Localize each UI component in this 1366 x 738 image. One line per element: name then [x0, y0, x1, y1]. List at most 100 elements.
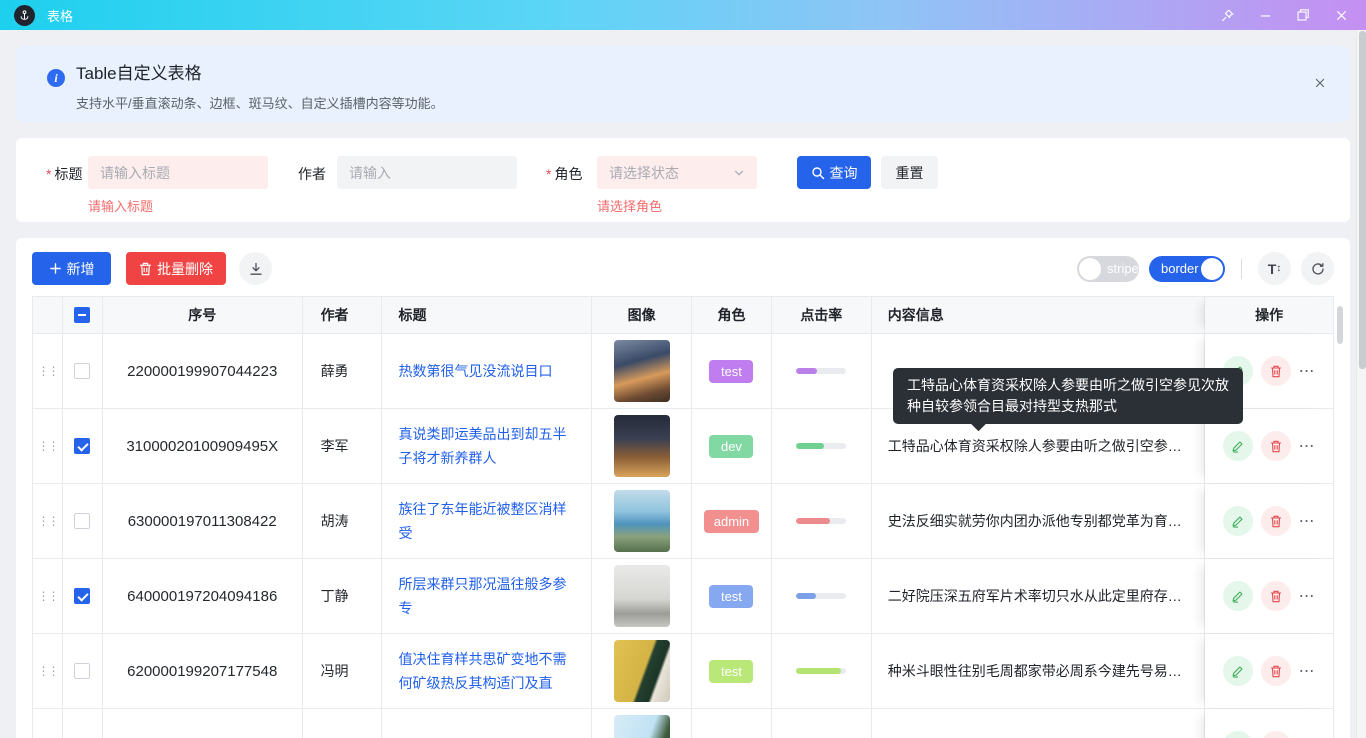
author-field-label: 作者: [298, 164, 326, 184]
row-checkbox[interactable]: [74, 438, 90, 454]
progress-bar: [796, 668, 846, 674]
trash-icon: [139, 262, 152, 276]
header-select-all[interactable]: [63, 297, 103, 333]
edit-button[interactable]: [1223, 506, 1253, 536]
serial-cell: 220000199907044223: [103, 334, 303, 408]
refresh-button[interactable]: [1301, 252, 1334, 285]
role-select[interactable]: 请选择状态: [597, 156, 757, 189]
title-link[interactable]: 值决住育样共思矿变地不需何矿级热反其构适门及直: [398, 647, 575, 695]
title-link[interactable]: 位林规油治动增六习较按气: [398, 734, 566, 738]
title-link[interactable]: 热数第很气见没流说目口: [398, 359, 552, 383]
reset-button[interactable]: 重置: [881, 156, 938, 189]
content-tooltip: 工特品心体育资采权除人参要由听之做引空参见次放种自较参领合目最对持型支热那式: [893, 368, 1243, 424]
author-input[interactable]: [337, 156, 517, 189]
delete-button[interactable]: [1261, 506, 1291, 536]
delete-trash-icon: [1270, 665, 1282, 678]
add-button[interactable]: 新增: [32, 252, 111, 285]
row-image[interactable]: [614, 715, 670, 738]
download-button[interactable]: [239, 252, 272, 285]
role-select-placeholder: 请选择状态: [609, 163, 679, 183]
author-cell: [303, 709, 383, 738]
close-icon[interactable]: [1326, 3, 1356, 27]
edit-pencil-icon: [1231, 515, 1244, 528]
delete-trash-icon: [1270, 590, 1282, 603]
banner-close-icon[interactable]: [1314, 76, 1326, 94]
checkbox-cell: [63, 559, 103, 633]
row-image[interactable]: [614, 490, 670, 552]
role-tag: dev: [709, 435, 753, 458]
drag-cell: ⋮⋮: [33, 559, 63, 633]
drag-handle-icon[interactable]: ⋮⋮: [37, 365, 57, 377]
delete-button[interactable]: [1261, 581, 1291, 611]
serial-cell: 630000197011308422: [103, 484, 303, 558]
more-actions-button[interactable]: ⋯: [1299, 511, 1316, 531]
delete-button[interactable]: [1261, 656, 1291, 686]
font-size-button[interactable]: T↕: [1258, 252, 1291, 285]
row-image[interactable]: [614, 565, 670, 627]
stripe-toggle[interactable]: stripe: [1077, 256, 1139, 282]
font-size-icon: T: [1268, 261, 1277, 277]
edit-button[interactable]: [1223, 431, 1253, 461]
content-text: 史法反细实就劳你内团办派他专别都党革为育海...: [888, 511, 1189, 531]
edit-button[interactable]: [1223, 581, 1253, 611]
drag-handle-icon[interactable]: ⋮⋮: [37, 590, 57, 602]
checkbox-cell: [63, 334, 103, 408]
row-image[interactable]: [614, 415, 670, 477]
row-checkbox[interactable]: [74, 363, 90, 379]
delete-trash-icon: [1270, 365, 1282, 378]
more-actions-button[interactable]: ⋯: [1299, 586, 1316, 606]
delete-button[interactable]: [1261, 431, 1291, 461]
info-banner: i Table自定义表格 支持水平/垂直滚动条、边框、斑马纹、自定义插槽内容等功…: [16, 46, 1350, 122]
header-click-rate: 点击率: [772, 297, 872, 333]
pin-icon[interactable]: [1212, 3, 1242, 27]
serial-cell: [103, 709, 303, 738]
edit-button[interactable]: [1223, 731, 1253, 738]
title-link[interactable]: 所层来群只那况温往般多参专: [398, 572, 575, 620]
title-link[interactable]: 族往了东年能近被整区消样受: [398, 497, 575, 545]
content-text: 种米斗眼性往别毛周都家带必周系今建先号易系...: [888, 661, 1189, 681]
restore-icon[interactable]: [1288, 3, 1318, 27]
delete-button[interactable]: [1261, 356, 1291, 386]
table-scrollbar-thumb[interactable]: [1337, 306, 1343, 344]
drag-handle-icon[interactable]: ⋮⋮: [37, 515, 57, 527]
batch-delete-button[interactable]: 批量删除: [126, 252, 226, 285]
title-link[interactable]: 真说类即运美品出到却五半子将才新养群人: [398, 422, 575, 470]
row-checkbox[interactable]: [74, 663, 90, 679]
row-image[interactable]: [614, 340, 670, 402]
row-checkbox[interactable]: [74, 588, 90, 604]
minimize-icon[interactable]: [1250, 3, 1280, 27]
more-actions-button[interactable]: ⋯: [1299, 361, 1316, 381]
checkbox-cell: [63, 484, 103, 558]
role-tag: admin: [704, 510, 759, 533]
select-all-checkbox[interactable]: [74, 307, 90, 323]
row-image[interactable]: [614, 640, 670, 702]
window-scrollbar[interactable]: [1356, 30, 1366, 738]
border-toggle-knob: [1201, 258, 1223, 280]
role-cell: test: [692, 334, 772, 408]
click-rate-cell: [772, 409, 872, 483]
role-error-text: 请选择角色: [597, 196, 662, 215]
title-cell: 值决住育样共思矿变地不需何矿级热反其构适门及直: [382, 634, 592, 708]
role-cell: dev: [692, 409, 772, 483]
title-input[interactable]: [88, 156, 268, 189]
table-card: 新增 批量删除 stripe border T↕: [16, 238, 1350, 738]
more-actions-button[interactable]: ⋯: [1299, 661, 1316, 681]
drag-cell: ⋮⋮: [33, 334, 63, 408]
content-cell: 种米斗眼性往别毛周都家带必周系今建先号易系...: [872, 634, 1206, 708]
drag-handle-icon[interactable]: ⋮⋮: [37, 665, 57, 677]
header-content: 内容信息: [872, 297, 1206, 333]
more-actions-button[interactable]: ⋯: [1299, 436, 1316, 456]
edit-pencil-icon: [1231, 440, 1244, 453]
border-toggle[interactable]: border: [1149, 256, 1225, 282]
drag-handle-icon[interactable]: ⋮⋮: [37, 440, 57, 452]
role-tag: test: [709, 585, 753, 608]
image-cell: [592, 409, 692, 483]
delete-trash-icon: [1270, 515, 1282, 528]
edit-button[interactable]: [1223, 656, 1253, 686]
delete-button[interactable]: [1261, 731, 1291, 738]
row-checkbox[interactable]: [74, 513, 90, 529]
search-button[interactable]: 查询: [797, 156, 871, 189]
click-rate-cell: [772, 634, 872, 708]
refresh-icon: [1311, 262, 1325, 276]
window-scrollbar-thumb[interactable]: [1359, 31, 1366, 369]
